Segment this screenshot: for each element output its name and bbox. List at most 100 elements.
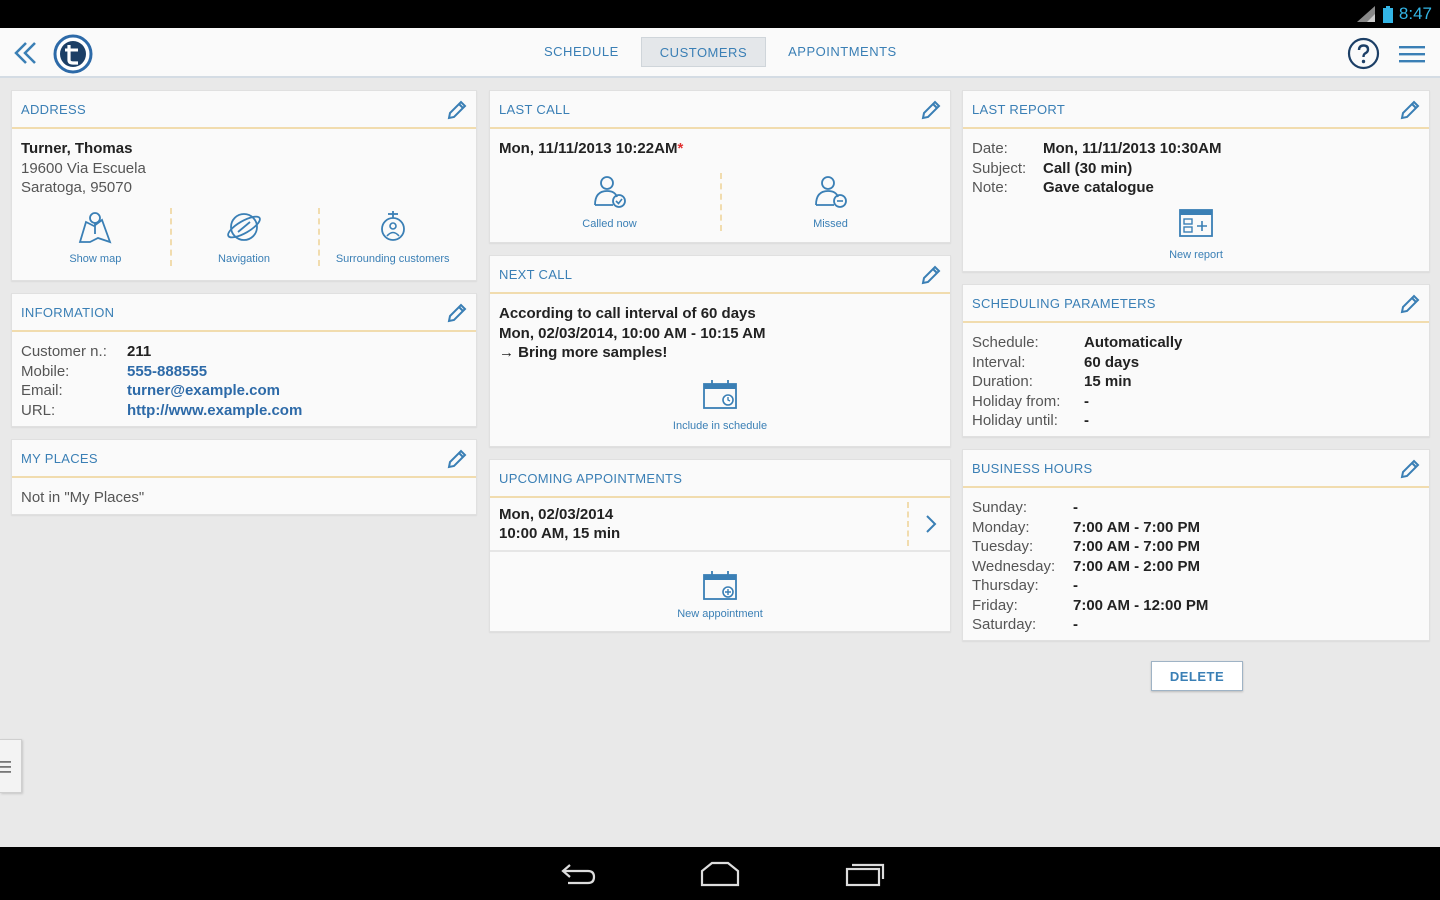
information-card: INFORMATION Customer n.: 211 Mobile: 555-8… [11,293,477,427]
card-header: ADDRESS [12,91,476,129]
pencil-edit-icon[interactable] [1399,458,1421,480]
new-report-button[interactable]: New report [972,204,1420,266]
column-middle: LAST CALL Mon, 11/11/2013 10:22AM* Calle… [489,90,951,644]
my-places-status: Not in "My Places" [21,489,145,506]
navigation-icon [227,212,261,241]
my-places-card: MY PLACES Not in "My Places" [11,439,477,515]
clock: 8:47 [1398,4,1432,23]
scheduling-row: Interval: 60 days [972,353,1140,371]
hours-row: Monday: 7:00 AM - 7:00 PM [972,518,1200,536]
back-icon[interactable] [554,859,598,889]
last-call-card: LAST CALL Mon, 11/11/2013 10:22AM* Calle… [489,90,951,243]
side-drawer-handle[interactable] [0,739,22,793]
card-title: SCHEDULING PARAMETERS [972,296,1156,311]
next-call-actions: Include in schedule [499,375,941,437]
card-body: Mon, 11/11/2013 10:22AM* Called now Miss… [490,129,950,242]
include-in-schedule-button[interactable]: Include in schedule [499,375,941,437]
address-street: 19600 Via Escuela [21,159,146,177]
card-title: MY PLACES [21,451,98,466]
url-link[interactable]: http://www.example.com [127,401,302,421]
app-logo-icon[interactable] [53,34,93,74]
recent-apps-icon[interactable] [843,859,887,889]
info-row: URL: http://www.example.com [21,401,303,421]
next-call-card: NEXT CALL According to call interval of … [489,255,951,447]
card-body: Date: Mon, 11/11/2013 10:30AM Subject: Cal… [963,129,1429,273]
pencil-edit-icon[interactable] [1399,293,1421,315]
person-check-icon [593,175,626,208]
status-bar: 8:47 [0,0,1440,28]
last-call-datetime: Mon, 11/11/2013 10:22AM [499,140,678,157]
scheduling-row: Duration: 15 min [972,373,1132,390]
card-header: SCHEDULING PARAMETERS [963,285,1429,323]
last-report-card: LAST REPORT Date: Mon, 11/11/2013 10:30AM… [962,90,1430,272]
called-now-button[interactable]: Called now [499,173,720,235]
next-call-datetime: Mon, 02/03/2014, 10:00 AM - 10:15 AM [499,324,766,342]
report-row: Subject: Call (30 min) [972,159,1133,177]
pencil-edit-icon[interactable] [446,302,468,324]
hours-row: Thursday: - [972,577,1078,594]
pencil-edit-icon[interactable] [1399,99,1421,121]
card-title: UPCOMING APPOINTMENTS [499,471,683,486]
chevron-right-icon[interactable] [921,510,941,538]
card-header: INFORMATION [12,294,476,332]
home-icon[interactable] [698,859,742,889]
double-chevron-left-icon[interactable] [10,38,40,68]
upcoming-appointments-card: UPCOMING APPOINTMENTS Mon, 02/03/2014 10… [489,459,951,632]
person-missed-icon [814,175,847,208]
tab-appointments[interactable]: APPOINTMENTS [774,37,911,67]
pencil-edit-icon[interactable] [920,264,942,286]
card-body: Customer n.: 211 Mobile: 555-888555 Email:… [12,332,476,428]
surrounding-customers-button[interactable]: Surrounding customers [318,207,467,270]
last-call-actions: Called now Missed [499,172,941,235]
main-tabs: SCHEDULE CUSTOMERS APPOINTMENTS [530,37,911,67]
drawer-handle-icon [0,761,11,773]
hours-row: Wednesday: 7:00 AM - 2:00 PM [972,557,1200,575]
pencil-edit-icon[interactable] [446,448,468,470]
appointment-actions: New appointment [490,566,950,620]
scheduling-row: Holiday until: - [972,412,1089,429]
column-left: ADDRESS Turner, Thomas 19600 Via Escuela… [11,90,477,527]
address-city: Saratoga, 95070 [21,179,132,196]
next-call-note: → Bring more samples! [499,344,668,361]
help-icon[interactable] [1347,37,1380,70]
calendar-add-icon [703,571,737,600]
business-hours-card: BUSINESS HOURS Sunday: - Monday: 7:00 AM -… [962,449,1430,641]
new-appointment-button[interactable]: New appointment [490,566,950,620]
missed-marker: * [677,140,684,157]
hamburger-menu-icon[interactable] [1398,42,1426,66]
info-row: Email: turner@example.com [21,381,281,401]
card-header: LAST REPORT [963,91,1429,129]
navigation-button[interactable]: Navigation [169,207,319,270]
card-body: Schedule: Automatically Interval: 60 days … [963,323,1429,439]
missed-button[interactable]: Missed [720,172,941,235]
hours-row: Friday: 7:00 AM - 12:00 PM [972,596,1209,614]
pencil-edit-icon[interactable] [920,99,942,121]
info-row: Mobile: 555-888555 [21,362,208,382]
tab-customers[interactable]: CUSTOMERS [640,37,767,67]
card-title: NEXT CALL [499,267,573,282]
scheduling-row: Holiday from: - [972,392,1089,410]
hours-row: Saturday: - [972,616,1078,633]
next-call-interval: According to call interval of 60 days [499,305,756,322]
card-title: BUSINESS HOURS [972,461,1093,476]
hours-row: Tuesday: 7:00 AM - 7:00 PM [972,538,1200,555]
pencil-edit-icon[interactable] [446,99,468,121]
appointment-text: Mon, 02/03/2014 10:00 AM, 15 min [499,505,621,543]
tab-schedule[interactable]: SCHEDULE [530,37,633,67]
surrounding-customers-icon [380,210,405,241]
show-map-button[interactable]: Show map [21,208,170,270]
new-report-icon [1179,208,1213,237]
scheduling-row: Schedule: Automatically [972,334,1183,351]
hours-row: Sunday: - [972,499,1078,516]
email-link[interactable]: turner@example.com [127,381,280,401]
card-title: ADDRESS [21,102,86,117]
report-actions: New report [972,204,1420,266]
customer-name: Turner, Thomas [21,140,133,157]
address-card: ADDRESS Turner, Thomas 19600 Via Escuela… [11,90,477,281]
card-header: MY PLACES [12,440,476,478]
delete-button[interactable]: DELETE [1151,661,1243,691]
card-header: UPCOMING APPOINTMENTS [490,460,950,498]
mobile-link[interactable]: 555-888555 [127,362,207,382]
appointment-row[interactable]: Mon, 02/03/2014 10:00 AM, 15 min [490,498,950,552]
card-body: Turner, Thomas 19600 Via Escuela Saratog… [12,129,476,277]
